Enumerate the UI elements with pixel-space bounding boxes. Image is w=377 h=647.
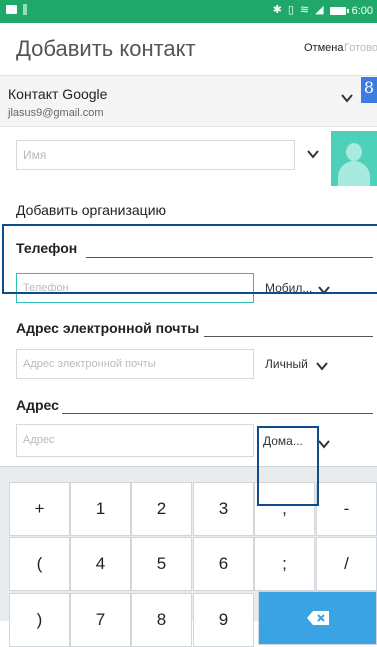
done-button[interactable]: Готово (344, 42, 377, 54)
account-name: Контакт Google (8, 86, 108, 102)
key-4[interactable]: 4 (70, 537, 131, 591)
status-bar: ✱ ▯ ≋ ◢ 6:00 (0, 0, 377, 23)
address-type-chevron-icon[interactable] (317, 437, 331, 451)
wifi-icon: ≋ (299, 4, 310, 16)
chevron-down-icon (341, 94, 353, 103)
address-type-highlight-box (257, 426, 319, 506)
mail-icon (6, 5, 17, 14)
key-2[interactable]: 2 (131, 482, 192, 536)
phone-highlight-box (2, 224, 377, 294)
address-placeholder: Адрес (23, 434, 55, 446)
bluetooth-icon: ✱ (272, 4, 282, 16)
vibrate-icon: ▯ (287, 4, 294, 16)
contact-photo-button[interactable] (331, 131, 377, 186)
account-selector[interactable]: Контакт Google jlasus9@gmail.com 8 (0, 75, 377, 127)
name-field[interactable]: Имя (16, 140, 295, 170)
email-field[interactable]: Адрес электронной почты (16, 349, 254, 379)
avatar-head-icon (346, 143, 362, 161)
email-section-divider (204, 336, 373, 337)
email-section-label: Адрес электронной почты (16, 320, 200, 336)
key-9[interactable]: 9 (193, 593, 254, 647)
backspace-icon (306, 611, 329, 625)
add-organization-link[interactable]: Добавить организацию (16, 202, 166, 218)
key-1[interactable]: 1 (70, 482, 131, 536)
battery-icon (329, 6, 349, 15)
numeric-keyboard: + 1 2 3 , - ( 4 5 6 ; / ) 7 8 9 (0, 466, 377, 647)
email-type-selector[interactable]: Личный (265, 357, 308, 371)
key-plus[interactable]: + (9, 482, 70, 536)
usb-icon (23, 4, 27, 15)
account-email: jlasus9@gmail.com (8, 107, 104, 119)
key-7[interactable]: 7 (70, 593, 131, 647)
key-3[interactable]: 3 (193, 482, 254, 536)
email-type-chevron-icon[interactable] (315, 359, 329, 373)
page-title: Добавить контакт (16, 36, 196, 61)
clock: 6:00 (351, 4, 373, 17)
key-8[interactable]: 8 (131, 593, 192, 647)
key-close-paren[interactable]: ) (9, 593, 70, 647)
key-minus[interactable]: - (316, 482, 377, 536)
key-open-paren[interactable]: ( (9, 537, 70, 591)
address-section-label: Адрес (16, 397, 59, 413)
backspace-key[interactable] (258, 591, 377, 645)
title-bar: Добавить контакт Отмена Готово (0, 23, 377, 75)
name-row: Имя (0, 126, 377, 186)
address-section-divider (62, 413, 373, 414)
name-expand-chevron-icon[interactable] (306, 147, 320, 161)
email-placeholder: Адрес электронной почты (23, 358, 156, 370)
key-5[interactable]: 5 (131, 537, 192, 591)
key-slash[interactable]: / (316, 537, 377, 591)
google-logo-icon: 8 (361, 77, 377, 103)
name-placeholder: Имя (23, 148, 47, 162)
no-signal-icon: ◢ (315, 4, 324, 16)
key-semicolon[interactable]: ; (254, 537, 315, 591)
avatar-body-icon (338, 161, 370, 186)
address-field[interactable]: Адрес (16, 424, 254, 457)
key-6[interactable]: 6 (193, 537, 254, 591)
cancel-button[interactable]: Отмена (304, 42, 343, 54)
